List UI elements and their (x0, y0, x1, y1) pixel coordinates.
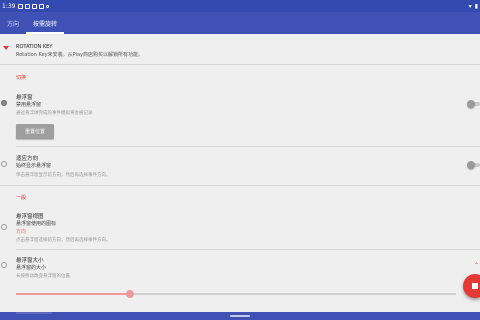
notification-icon (18, 3, 24, 9)
adapt-orientation-desc: 单击悬浮窗显示前方向，然后再选择事件方向。 (16, 173, 111, 178)
tab-orientation[interactable]: 方向 (0, 12, 26, 34)
floating-view-icon (1, 224, 7, 230)
status-time: 1:39 (2, 2, 16, 10)
floating-view-desc: 点击悬浮窗选择前方向，然后再选择事件方向。 (16, 238, 111, 243)
adapt-orientation-switch[interactable] (467, 161, 480, 169)
section-title-general: 一般 (16, 195, 27, 201)
switch-thumb (467, 161, 475, 169)
floating-window-desc: 通过悬浮球完成的事件模拟将会被记录 (16, 111, 93, 116)
floating-view-subtitle: 悬浮窗使用的图标 (16, 221, 57, 227)
warning-icon (3, 46, 9, 50)
floating-window-switch[interactable] (467, 100, 480, 108)
stop-icon (472, 283, 478, 289)
floating-size-subtitle: 悬浮窗的大小 (16, 265, 47, 271)
floating-window-title: 悬浮窗 (16, 95, 33, 101)
wifi-icon: ▾ (468, 2, 472, 10)
floating-size-slider[interactable] (16, 290, 456, 298)
banner-text: Rotation Key未安装。从Play商店购买以解锁所有功能。 (16, 52, 143, 58)
rotation-key-banner[interactable]: ROTATION KEY Rotation Key未安装。从Play商店购买以解… (0, 38, 480, 62)
divider (0, 64, 480, 65)
floating-action-button[interactable] (463, 274, 480, 298)
slider-thumb[interactable] (126, 290, 135, 298)
status-bar: 1:39 ▾ ▮ (0, 0, 480, 12)
section-title-switch: 切换 (16, 75, 27, 81)
status-right: ▾ ▮ (469, 3, 478, 10)
slider-fill (16, 293, 131, 295)
floating-size-title: 悬浮窗大小 (16, 258, 44, 264)
navigation-bar (0, 312, 480, 320)
banner-title: ROTATION KEY (16, 44, 53, 50)
scroll-indicator-icon: ⌃ (474, 262, 480, 269)
adapt-orientation-title: 适应方向 (16, 156, 39, 162)
switch-thumb (467, 100, 475, 108)
divider (16, 249, 480, 250)
floating-view-title: 悬浮窗视图 (16, 214, 44, 220)
home-handle[interactable] (230, 315, 250, 317)
divider (16, 146, 480, 147)
settings-icon (25, 3, 31, 9)
adapt-orientation-subtitle: 始终显示悬浮窗 (16, 163, 52, 169)
nav-accent (16, 312, 52, 314)
sync-icon (39, 3, 45, 9)
battery-icon: ▮ (474, 2, 478, 10)
floating-view-value[interactable]: 方向 (16, 228, 26, 235)
floating-size-desc: 长按移动改变悬浮窗的位置 (16, 274, 70, 279)
tab-bar: 方向 按需旋转 (0, 12, 480, 34)
floating-window-subtitle: 禁用悬浮窗 (16, 102, 42, 108)
dot-icon (46, 4, 50, 8)
floating-size-icon (1, 262, 7, 268)
adapt-orientation-icon (1, 161, 7, 167)
android-icon (32, 3, 38, 9)
tab-on-demand-rotation[interactable]: 按需旋转 (26, 12, 65, 34)
reset-position-button[interactable]: 重置位置 (16, 124, 54, 139)
divider (0, 185, 480, 186)
floating-window-icon (1, 100, 7, 106)
